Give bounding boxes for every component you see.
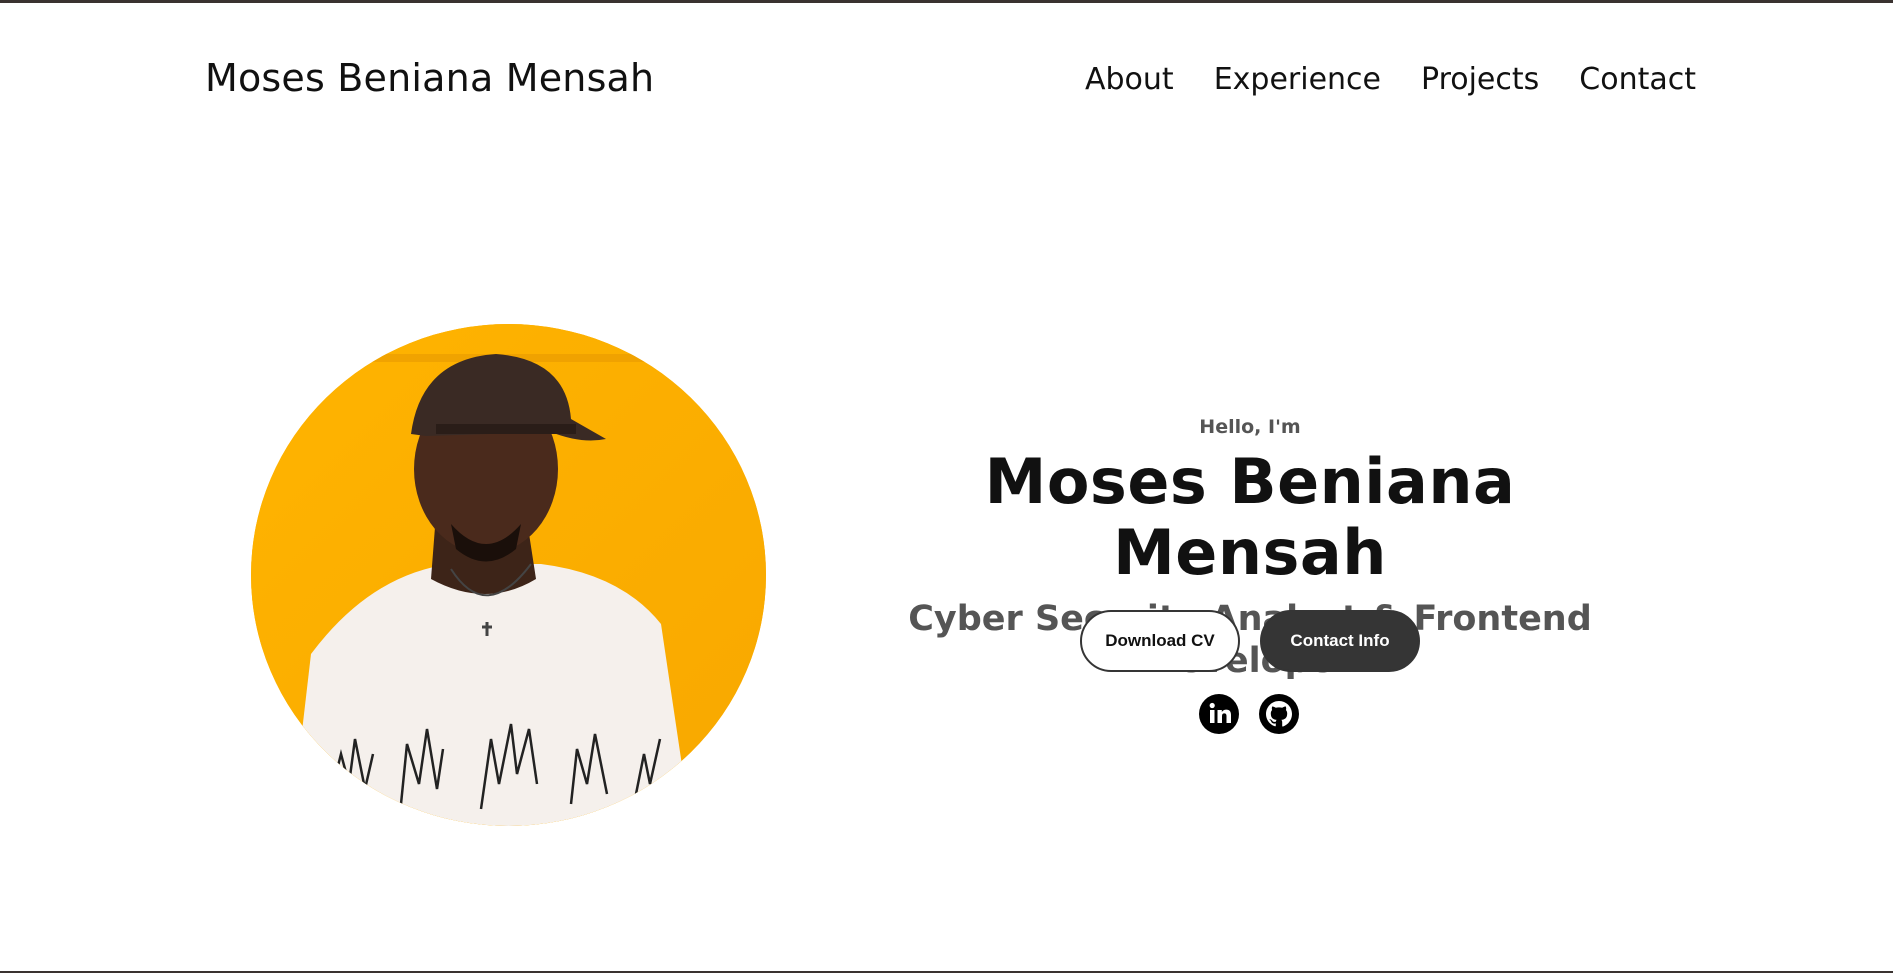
main-nav: About Experience Projects Contact [1085, 62, 1696, 98]
top-border [0, 0, 1893, 3]
hero-name: Moses Beniana Mensah [984, 444, 1516, 589]
linkedin-icon[interactable] [1199, 694, 1239, 734]
profile-photo [251, 324, 766, 826]
greeting-text: Hello, I'm [1199, 416, 1301, 438]
nav-link-about[interactable]: About [1085, 62, 1174, 98]
nav-link-contact[interactable]: Contact [1579, 62, 1696, 98]
download-cv-button[interactable]: Download CV [1080, 610, 1240, 672]
nav-link-experience[interactable]: Experience [1214, 62, 1381, 98]
contact-info-button[interactable]: Contact Info [1260, 610, 1420, 672]
social-links [1199, 694, 1299, 734]
github-icon[interactable] [1259, 694, 1299, 734]
nav-link-projects[interactable]: Projects [1421, 62, 1539, 98]
site-brand[interactable]: Moses Beniana Mensah [205, 56, 654, 102]
hero-buttons: Download CV Contact Info [1080, 610, 1420, 672]
